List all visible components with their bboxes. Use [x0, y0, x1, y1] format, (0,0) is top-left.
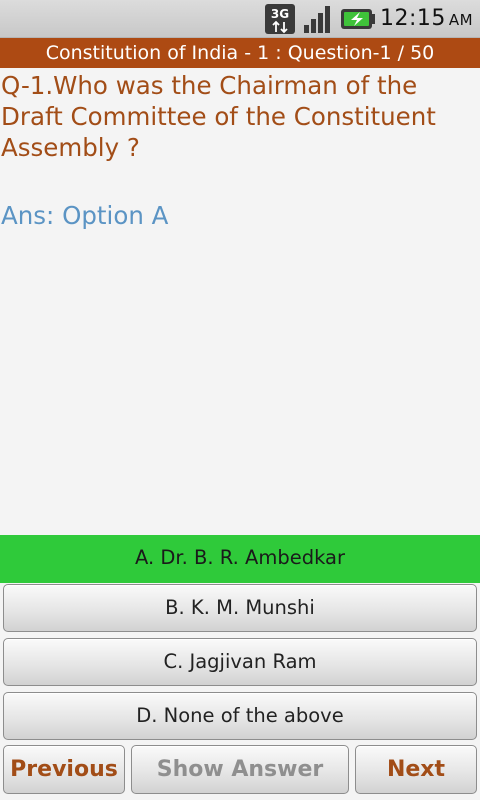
question-text: Q-1.Who was the Chairman of the Draft Co… — [1, 71, 436, 162]
previous-button[interactable]: Previous — [3, 745, 125, 794]
status-clock: 12:15 AM — [380, 0, 473, 38]
option-c-button[interactable]: C. Jagjivan Ram — [3, 638, 477, 686]
battery-charging-icon — [341, 9, 375, 29]
clock-ampm: AM — [448, 11, 474, 29]
page-title: Constitution of India - 1 : Question-1 /… — [0, 38, 480, 68]
show-answer-button[interactable]: Show Answer — [131, 745, 349, 794]
next-button[interactable]: Next — [355, 745, 477, 794]
status-bar: 3G 12:15 AM — [0, 0, 480, 38]
clock-time: 12:15 — [380, 6, 446, 31]
option-a-button[interactable]: A. Dr. B. R. Ambedkar — [0, 535, 480, 583]
signal-strength-icon — [304, 6, 330, 33]
answer-text: Ans: Option A — [1, 201, 169, 230]
option-d-button[interactable]: D. None of the above — [3, 692, 477, 740]
3g-data-icon: 3G — [265, 4, 295, 34]
option-b-button[interactable]: B. K. M. Munshi — [3, 584, 477, 632]
svg-text:3G: 3G — [271, 7, 289, 21]
